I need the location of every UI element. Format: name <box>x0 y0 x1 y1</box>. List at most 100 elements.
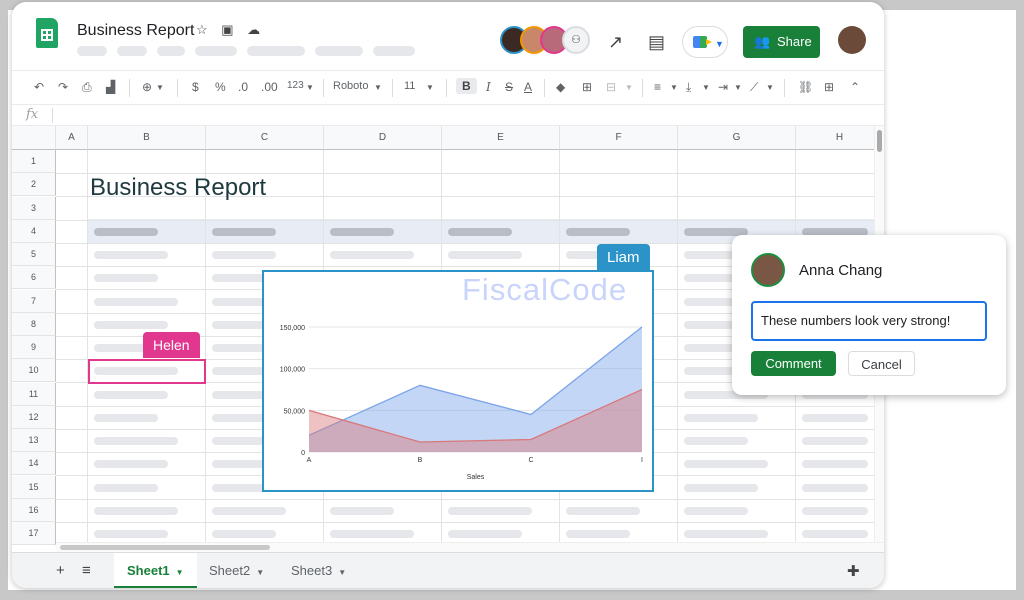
sheets-logo-icon[interactable] <box>36 18 58 48</box>
menu-placeholder[interactable] <box>157 46 185 56</box>
fill-color-icon[interactable]: ◆ <box>556 80 565 94</box>
cancel-button[interactable]: Cancel <box>848 351 915 376</box>
zoom-icon[interactable]: ⊕ <box>142 80 152 94</box>
divider <box>392 79 393 97</box>
menu-placeholder[interactable] <box>77 46 107 56</box>
row-header-9[interactable]: 9 <box>12 336 56 359</box>
undo-icon[interactable]: ↶ <box>34 80 44 94</box>
currency-format-button[interactable]: $ <box>192 80 199 94</box>
column-header-b[interactable]: B <box>88 126 206 150</box>
menu-placeholder[interactable] <box>247 46 305 56</box>
row-header-12[interactable]: 12 <box>12 406 56 429</box>
grid-line <box>87 150 88 546</box>
column-header-g[interactable]: G <box>678 126 796 150</box>
horizontal-align-icon[interactable]: ≡ <box>654 80 661 94</box>
select-all-corner[interactable] <box>12 126 56 150</box>
more-formats-button[interactable]: 123 <box>287 80 304 91</box>
text-wrapping-icon[interactable]: ⇥ <box>718 80 728 94</box>
add-sheet-icon[interactable]: + <box>56 562 65 579</box>
row-header-3[interactable]: 3 <box>12 197 56 220</box>
decrease-decimal-button[interactable]: .0 <box>238 80 248 94</box>
column-header-f[interactable]: F <box>560 126 678 150</box>
row-header-13[interactable]: 13 <box>12 429 56 452</box>
row-header-16[interactable]: 16 <box>12 499 56 522</box>
helen-selection[interactable] <box>88 359 206 384</box>
chevron-down-icon[interactable]: ▼ <box>306 83 314 92</box>
grid-line <box>205 150 206 546</box>
meet-button[interactable]: ▼ <box>682 26 728 58</box>
formula-bar[interactable]: fx <box>12 104 884 126</box>
sheet-heading[interactable]: Business Report <box>90 174 266 202</box>
row-header-4[interactable]: 4 <box>12 220 56 243</box>
insert-comment-icon[interactable]: ⊞ <box>824 80 834 94</box>
text-rotation-icon[interactable]: ⟋ <box>750 80 758 95</box>
chevron-down-icon[interactable]: ▼ <box>338 568 346 577</box>
print-icon[interactable]: ⎙ <box>82 80 92 95</box>
merge-cells-icon[interactable]: ⊟ <box>606 80 616 94</box>
comment-input[interactable]: These numbers look very strong! <box>751 301 987 341</box>
activity-trend-icon[interactable]: ↗ <box>608 32 623 53</box>
menu-placeholder[interactable] <box>373 46 415 56</box>
vertical-align-icon[interactable]: ⤓ <box>686 80 691 95</box>
row-header-7[interactable]: 7 <box>12 290 56 313</box>
row-header-2[interactable]: 2 <box>12 173 56 196</box>
chevron-down-icon[interactable]: ▼ <box>176 568 184 577</box>
horizontal-scrollbar[interactable] <box>56 542 884 552</box>
document-title[interactable]: Business Report <box>77 22 194 40</box>
italic-button[interactable]: I <box>486 80 491 94</box>
tab-sheet2[interactable]: Sheet2 ▼ <box>196 553 277 588</box>
chevron-down-icon[interactable]: ▼ <box>670 83 678 92</box>
column-header-c[interactable]: C <box>206 126 324 150</box>
row-header-6[interactable]: 6 <box>12 266 56 289</box>
chevron-down-icon[interactable]: ▼ <box>734 83 742 92</box>
menu-placeholder[interactable] <box>315 46 363 56</box>
column-header-a[interactable]: A <box>56 126 88 150</box>
all-sheets-icon[interactable]: ≡ <box>82 562 91 579</box>
title-actions-icons[interactable]: ☆ ▣ ☁ <box>196 22 265 38</box>
share-button[interactable]: 👥 Share <box>743 26 820 58</box>
comment-button[interactable]: Comment <box>751 351 836 376</box>
x-axis-label: Sales <box>467 474 485 481</box>
column-header-e[interactable]: E <box>442 126 560 150</box>
text-color-button[interactable]: A <box>524 80 532 94</box>
chevron-down-icon[interactable]: ▼ <box>766 83 774 92</box>
chevron-down-icon[interactable]: ▼ <box>374 83 382 92</box>
font-size-select[interactable]: 11 <box>404 80 415 92</box>
chevron-down-icon[interactable]: ▼ <box>625 83 633 92</box>
tab-sheet1[interactable]: Sheet1 ▼ <box>114 553 197 588</box>
paint-format-icon[interactable]: ▟ <box>106 80 115 94</box>
percent-format-button[interactable]: % <box>215 80 226 94</box>
explore-icon[interactable]: ✚ <box>847 562 860 580</box>
row-header-1[interactable]: 1 <box>12 150 56 173</box>
user-avatar[interactable] <box>838 26 866 54</box>
chevron-up-icon[interactable]: ⌃ <box>850 80 860 94</box>
scroll-thumb[interactable] <box>877 130 882 152</box>
row-header-8[interactable]: 8 <box>12 313 56 336</box>
font-family-select[interactable]: Roboto <box>333 80 368 92</box>
row-header-17[interactable]: 17 <box>12 522 56 545</box>
column-header-h[interactable]: H <box>796 126 884 150</box>
scroll-thumb[interactable] <box>60 545 270 550</box>
row-header-15[interactable]: 15 <box>12 476 56 499</box>
row-header-10[interactable]: 10 <box>12 359 56 382</box>
tab-sheet3[interactable]: Sheet3 ▼ <box>278 553 359 588</box>
chevron-down-icon[interactable]: ▼ <box>702 83 710 92</box>
more-people-icon[interactable]: ⚇ <box>562 26 590 54</box>
increase-decimal-button[interactable]: .00 <box>261 80 278 94</box>
comments-icon[interactable]: ▤ <box>648 32 665 53</box>
bold-button[interactable]: B <box>456 78 477 94</box>
menu-placeholder[interactable] <box>195 46 237 56</box>
chevron-down-icon[interactable]: ▼ <box>426 83 434 92</box>
row-header-5[interactable]: 5 <box>12 243 56 266</box>
strikethrough-button[interactable]: S <box>505 80 513 94</box>
row-header-11[interactable]: 11 <box>12 383 56 406</box>
redo-icon[interactable]: ↷ <box>58 80 68 94</box>
column-header-d[interactable]: D <box>324 126 442 150</box>
chevron-down-icon[interactable]: ▼ <box>256 568 264 577</box>
video-camera-icon <box>693 36 712 48</box>
chevron-down-icon[interactable]: ▼ <box>156 83 164 92</box>
insert-link-icon[interactable]: ⛓ <box>798 80 813 94</box>
borders-icon[interactable]: ⊞ <box>582 80 592 94</box>
row-header-14[interactable]: 14 <box>12 452 56 475</box>
menu-placeholder[interactable] <box>117 46 147 56</box>
